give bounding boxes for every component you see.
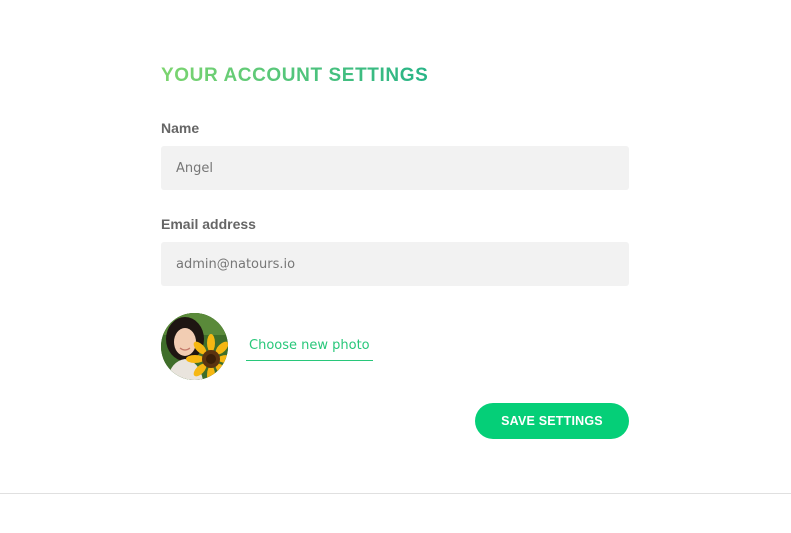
avatar: [161, 313, 228, 380]
section-divider: [0, 493, 791, 494]
name-label: Name: [161, 120, 200, 136]
email-input[interactable]: [161, 242, 629, 286]
email-label: Email address: [161, 216, 256, 232]
account-settings-form: Your account settings Name Email address: [161, 62, 629, 439]
save-settings-button[interactable]: Save settings: [475, 403, 629, 439]
page-title: Your account settings: [161, 62, 428, 90]
name-input[interactable]: [161, 146, 629, 190]
photo-row: Choose new photo: [161, 313, 629, 380]
choose-photo-link[interactable]: Choose new photo: [246, 337, 373, 361]
avatar-image: [161, 313, 228, 380]
